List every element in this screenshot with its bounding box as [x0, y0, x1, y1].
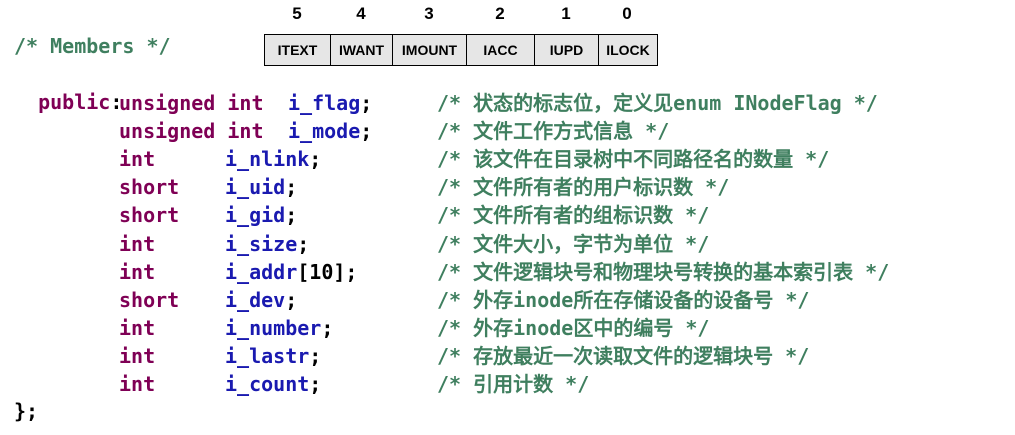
member-row: int i_lastr; /* 存放最近一次读取文件的逻辑块号 */	[0, 342, 1015, 370]
bit-number: 2	[495, 4, 505, 23]
flag-cell-ilock: ILOCK	[606, 42, 650, 58]
member-type: unsigned int	[119, 91, 264, 115]
member-name: i_lastr	[225, 344, 310, 368]
closing-brace: };	[14, 399, 39, 423]
member-comment: /* 文件工作方式信息 */	[437, 119, 670, 143]
member-comment: /* 文件逻辑块号和物理块号转换的基本索引表 */	[437, 260, 890, 284]
member-type: unsigned int	[119, 119, 264, 143]
member-name: i_mode	[288, 119, 361, 143]
member-declarator: i_lastr;	[225, 342, 321, 370]
bit-number: 1	[561, 4, 571, 23]
member-type: int	[119, 344, 156, 368]
member-comment: /* 状态的标志位，定义见enum INodeFlag */	[437, 91, 878, 115]
member-type: int	[119, 147, 156, 171]
member-comment: /* 外存inode所在存储设备的设备号 */	[437, 288, 810, 312]
bit-number: 3	[424, 4, 434, 23]
member-comment: /* 引用计数 */	[437, 372, 590, 396]
member-suffix: ;	[309, 372, 322, 396]
member-comment: /* 该文件在目录树中不同路径名的数量 */	[437, 147, 830, 171]
member-row: short i_gid; /* 文件所有者的组标识数 */	[0, 201, 1015, 229]
member-suffix: ;	[360, 91, 373, 115]
member-suffix: ;	[285, 288, 298, 312]
member-type: int	[119, 316, 156, 340]
member-suffix: [10];	[297, 260, 358, 284]
member-name: i_size	[225, 232, 298, 256]
inode-flag-table: ITEXT IWANT IMOUNT IACC IUPD ILOCK	[264, 34, 658, 66]
member-declarator: i_addr[10];	[225, 258, 357, 286]
member-comment: /* 文件所有者的用户标识数 */	[437, 175, 730, 199]
member-type: short	[119, 203, 180, 227]
flag-cell-iwant: IWANT	[331, 35, 393, 65]
member-row: unsigned int i_mode; /* 文件工作方式信息 */	[0, 117, 1015, 145]
bit-number: 5	[292, 4, 302, 23]
member-suffix: ;	[309, 344, 322, 368]
member-comment: /* 文件大小，字节为单位 */	[437, 232, 710, 256]
member-name: i_number	[225, 316, 322, 340]
member-name: i_uid	[225, 175, 286, 199]
member-row: int i_addr[10]; /* 文件逻辑块号和物理块号转换的基本索引表 */	[0, 258, 1015, 286]
member-suffix: ;	[321, 316, 334, 340]
public-label: public:	[14, 60, 122, 114]
member-declarator: i_uid;	[225, 173, 297, 201]
member-name: i_flag	[288, 91, 361, 115]
member-row: short i_uid; /* 文件所有者的用户标识数 */	[0, 173, 1015, 201]
flag-cell-imount: IMOUNT	[393, 35, 467, 65]
member-declarator: i_size;	[225, 230, 309, 258]
member-row: int i_count; /* 引用计数 */	[0, 370, 1015, 398]
member-type: short	[119, 175, 180, 199]
member-row: unsigned int i_flag; /* 状态的标志位，定义见enum INo…	[0, 89, 1015, 117]
member-type: int	[119, 260, 156, 284]
member-suffix: ;	[309, 147, 322, 171]
member-suffix: ;	[285, 203, 298, 227]
member-suffix: ;	[297, 232, 310, 256]
member-declarator: i_gid;	[225, 201, 297, 229]
member-row: int i_number; /* 外存inode区中的编号 */	[0, 314, 1015, 342]
member-comment: /* 文件所有者的组标识数 */	[437, 203, 710, 227]
member-declarator: i_mode;	[288, 117, 372, 145]
flag-cell-itext: ITEXT	[265, 35, 331, 65]
bit-number: 4	[356, 4, 366, 23]
member-suffix: ;	[360, 119, 373, 143]
members-comment: /* Members */	[14, 34, 171, 58]
member-suffix: ;	[285, 175, 298, 199]
member-comment: /* 存放最近一次读取文件的逻辑块号 */	[437, 344, 810, 368]
member-name: i_nlink	[225, 147, 310, 171]
member-declarator: i_dev;	[225, 286, 297, 314]
member-declarator: i_flag;	[288, 89, 372, 117]
member-declarator: i_count;	[225, 370, 321, 398]
flag-cell-iupd: IUPD	[535, 35, 599, 65]
member-name: i_dev	[225, 288, 286, 312]
member-name: i_gid	[225, 203, 286, 227]
member-row: int i_size; /* 文件大小，字节为单位 */	[0, 230, 1015, 258]
bit-number: 0	[622, 4, 632, 23]
member-row: int i_nlink; /* 该文件在目录树中不同路径名的数量 */	[0, 145, 1015, 173]
member-comment: /* 外存inode区中的编号 */	[437, 316, 710, 340]
member-name: i_addr	[225, 260, 298, 284]
flag-cell-iacc: IACC	[467, 35, 535, 65]
member-declarator: i_number;	[225, 314, 333, 342]
member-row: short i_dev; /* 外存inode所在存储设备的设备号 */	[0, 286, 1015, 314]
member-declarator: i_nlink;	[225, 145, 321, 173]
member-type: int	[119, 372, 156, 396]
member-name: i_count	[225, 372, 310, 396]
member-type: short	[119, 288, 180, 312]
member-type: int	[119, 232, 156, 256]
